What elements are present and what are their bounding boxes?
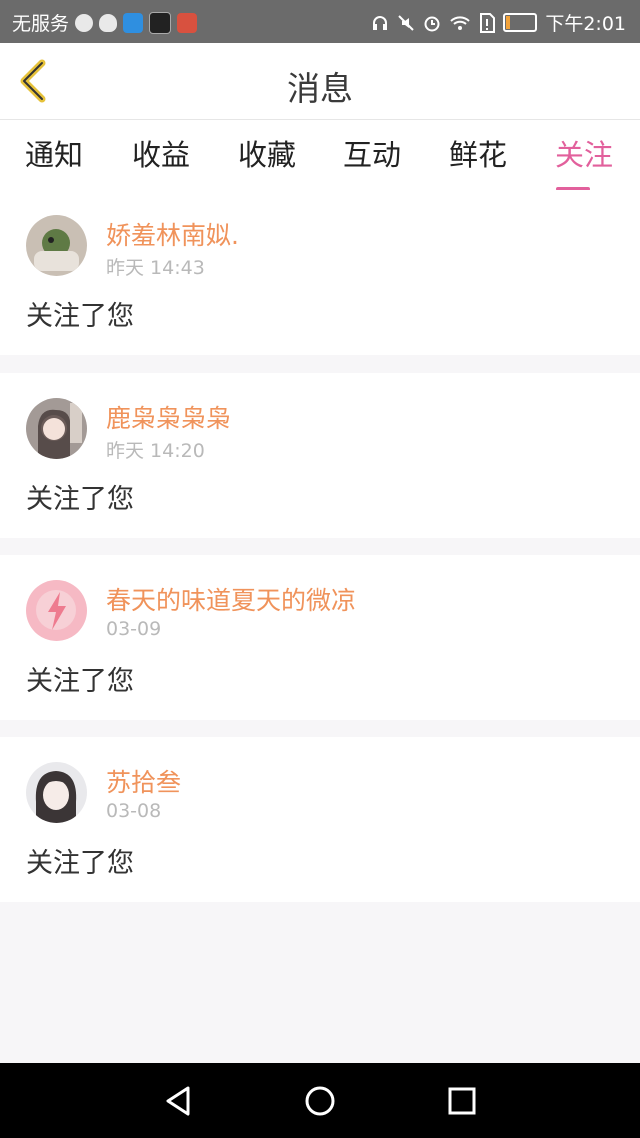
follow-message: 关注了您	[26, 484, 134, 515]
status-bar: 无服务 下午2:01	[0, 0, 640, 43]
system-nav-bar	[0, 1063, 640, 1138]
battery-icon	[503, 13, 538, 32]
follow-message: 关注了您	[26, 666, 134, 697]
tab-notifications[interactable]: 通知	[14, 132, 94, 174]
tab-earnings[interactable]: 收益	[121, 132, 201, 174]
header-bar: 消息	[0, 43, 640, 120]
alarm-icon	[424, 16, 440, 31]
avatar[interactable]	[26, 762, 87, 823]
follow-item[interactable]: 鹿枭枭枭枭 昨天 14:20 关注了您	[0, 373, 640, 538]
game-app-icon	[149, 11, 172, 34]
tab-label: 收益	[131, 138, 190, 172]
nav-back-icon[interactable]	[160, 1083, 196, 1119]
username[interactable]: 苏拾叁	[106, 763, 181, 799]
status-bar-right: 下午2:01	[371, 9, 626, 36]
follow-item[interactable]: 春天的味道夏天的微凉 03-09 关注了您	[0, 555, 640, 720]
nav-home-icon[interactable]	[302, 1083, 338, 1119]
tab-label: 关注	[554, 138, 613, 172]
nav-recents-icon[interactable]	[444, 1083, 480, 1119]
tab-label: 鲜花	[448, 138, 507, 172]
sim-alert-icon	[480, 12, 496, 33]
username[interactable]: 春天的味道夏天的微凉	[106, 581, 356, 617]
tab-flowers[interactable]: 鲜花	[438, 132, 518, 174]
username[interactable]: 鹿枭枭枭枭	[106, 399, 231, 435]
tab-label: 收藏	[237, 138, 296, 172]
follow-message: 关注了您	[26, 848, 134, 879]
qq-icon	[99, 13, 118, 32]
tab-label: 互动	[342, 138, 401, 172]
clock-text: 下午2:01	[545, 13, 626, 35]
globe-icon	[75, 13, 94, 32]
follow-message: 关注了您	[26, 301, 134, 332]
headset-icon	[373, 15, 388, 30]
carrier-text: 无服务	[12, 13, 70, 35]
follow-item[interactable]: 苏拾叁 03-08 关注了您	[0, 737, 640, 902]
mute-icon	[398, 14, 415, 31]
status-bar-left: 无服务	[12, 9, 198, 36]
timestamp: 昨天 14:43	[106, 257, 205, 279]
tab-label: 通知	[24, 138, 83, 172]
timestamp: 03-08	[106, 800, 162, 822]
avatar[interactable]	[26, 215, 87, 276]
cake-app-icon	[177, 12, 198, 33]
timestamp: 昨天 14:20	[106, 440, 205, 462]
tab-favorites[interactable]: 收藏	[227, 132, 307, 174]
tab-bar: 通知 收益 收藏 互动 鲜花 关注	[0, 120, 640, 191]
shield-app-icon	[123, 12, 144, 33]
wifi-icon	[450, 15, 471, 30]
tab-interactions[interactable]: 互动	[332, 132, 412, 174]
username[interactable]: 娇羞林南姒.	[106, 216, 239, 252]
page-title: 消息	[287, 69, 353, 108]
avatar[interactable]	[26, 398, 87, 459]
follow-item[interactable]: 娇羞林南姒. 昨天 14:43 关注了您	[0, 190, 640, 355]
timestamp: 03-09	[106, 618, 162, 640]
tab-following[interactable]: 关注	[544, 132, 624, 191]
avatar[interactable]	[26, 580, 87, 641]
